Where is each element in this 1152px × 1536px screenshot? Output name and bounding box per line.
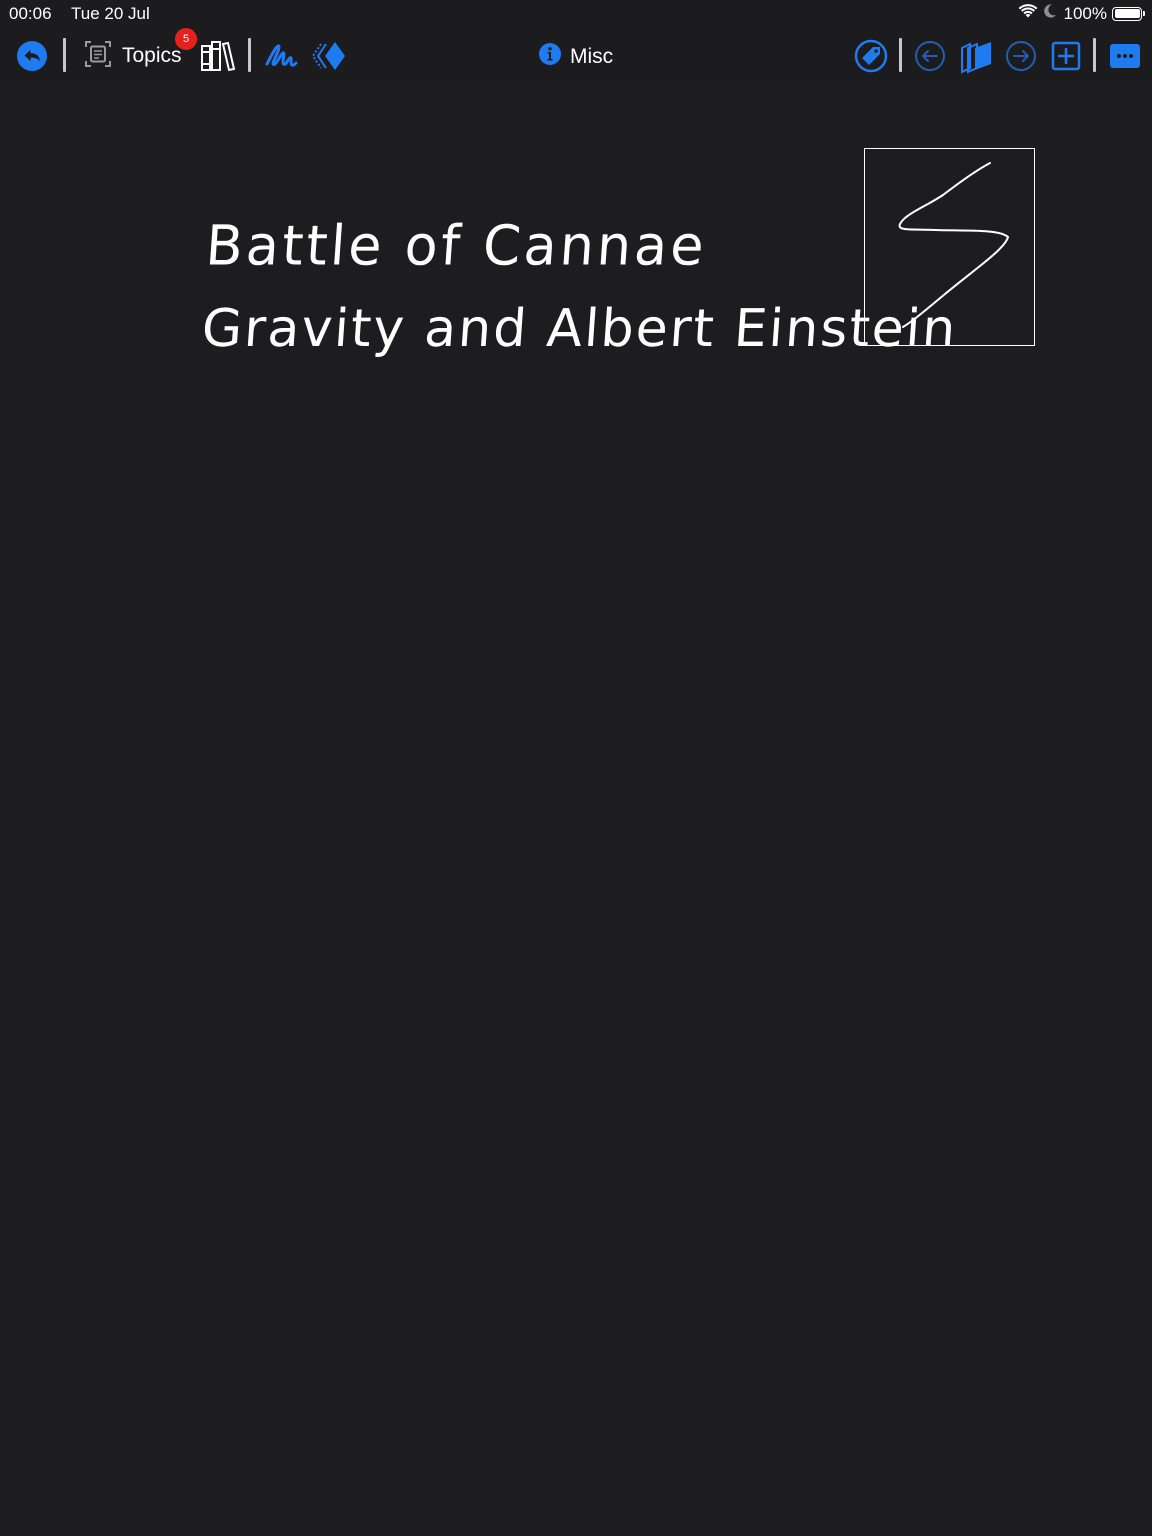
handwriting-button[interactable] [262,38,300,74]
status-indicators: 100% [1018,3,1145,24]
drawing-box[interactable] [864,148,1035,346]
battery-icon [1112,6,1145,21]
previous-page-button[interactable] [912,38,948,74]
moon-icon [1043,3,1057,24]
handwritten-line: Gravity and Albert Einstein [199,299,960,359]
status-bar: 00:06 Tue 20 Jul 100% [0,0,1152,28]
status-time: 00:06 [9,4,52,23]
back-arrow-icon [16,40,48,72]
toolbar-divider [248,38,251,72]
add-page-button[interactable] [1049,38,1083,74]
handwriting-icon [263,38,299,74]
topics-badge: 5 [175,28,197,50]
tag-button[interactable] [853,38,889,74]
next-page-button[interactable] [1003,38,1039,74]
collapse-panel-icon [311,38,347,74]
next-page-icon [1004,39,1038,73]
info-icon [538,42,562,71]
library-button[interactable] [198,38,238,74]
status-date: Tue 20 Jul [71,4,150,23]
zigzag-drawing [898,162,1009,328]
topics-label: Topics [122,44,182,67]
back-button[interactable] [14,39,50,73]
notebook-title[interactable]: Misc [538,42,613,71]
toolbar-divider [1093,38,1096,72]
toolbar-divider [899,38,902,72]
wifi-icon [1018,3,1038,24]
pages-icon [958,38,994,74]
toolbar-divider [63,38,66,72]
topics-button[interactable]: Topics [82,38,182,74]
collapse-panel-button[interactable] [310,38,348,74]
topics-icon [82,38,114,75]
tag-icon [854,39,888,73]
pages-button[interactable] [957,37,995,75]
app-window: 00:06 Tue 20 Jul 100% Topics 5 Misc Batt… [0,0,1152,1536]
page-title: Misc [570,44,614,68]
battery-percent: 100% [1063,3,1107,23]
handwritten-line: Battle of Cannae [203,213,709,278]
more-icon [1109,42,1141,70]
add-page-icon [1050,40,1082,72]
previous-page-icon [913,39,947,73]
toolbar: Topics 5 Misc [0,28,1152,85]
more-button[interactable] [1108,40,1142,72]
books-icon [199,38,237,74]
note-canvas[interactable]: Battle of Cannae Gravity and Albert Eins… [0,84,1152,1536]
